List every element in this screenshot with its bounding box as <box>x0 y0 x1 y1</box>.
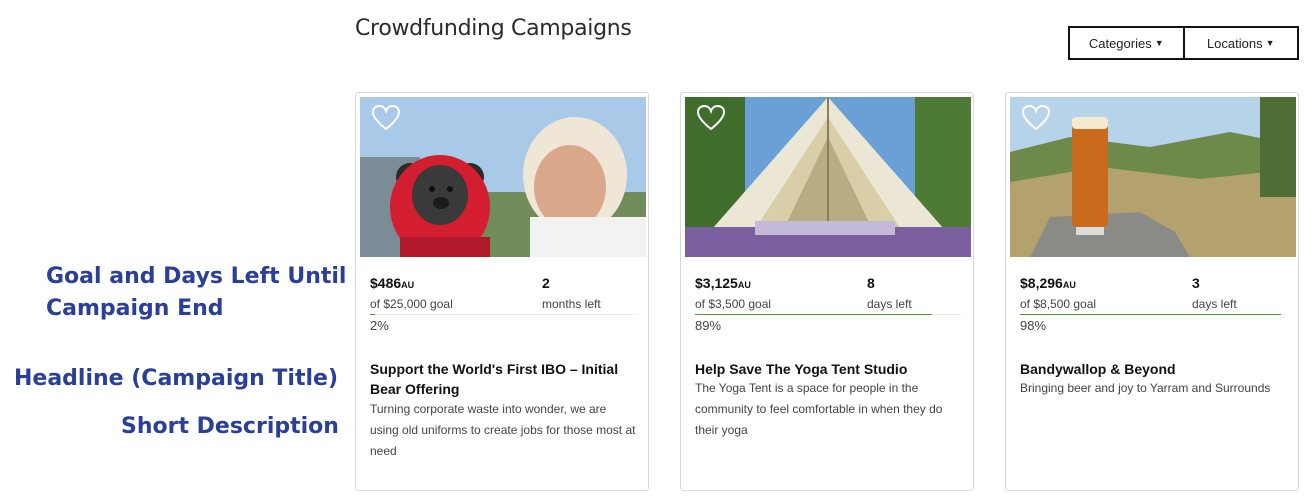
time-left-value: 3 <box>1192 275 1200 291</box>
campaign-image[interactable] <box>360 97 646 257</box>
filter-group: Categories ▼ Locations ▼ <box>1068 26 1299 60</box>
campaign-description: Bringing beer and joy to Yarram and Surr… <box>1020 381 1271 395</box>
heart-icon[interactable] <box>1022 105 1050 131</box>
goal-label: of $3,500 goal <box>695 297 772 311</box>
campaign-card[interactable]: $3,125AU 8 of $3,500 goal days left 89% … <box>680 92 974 491</box>
page-title: Crowdfunding Campaigns <box>355 16 632 41</box>
campaign-description: Turning corporate waste into wonder, we … <box>370 402 636 458</box>
goal-label: of $8,500 goal <box>1020 297 1097 311</box>
progress-bar <box>370 314 636 315</box>
annotation-goal-line1: Goal and Days Left Until <box>46 264 347 289</box>
raised-value: $8,296 <box>1020 275 1063 291</box>
currency-label: AU <box>737 280 751 290</box>
teddy-bear-photo <box>360 97 646 257</box>
progress-fill <box>695 314 932 315</box>
annotation-goal-line2: Campaign End <box>46 296 224 321</box>
heart-icon[interactable] <box>372 105 400 131</box>
campaign-card[interactable]: $8,296AU 3 of $8,500 goal days left 98% … <box>1005 92 1299 491</box>
percent-funded: 89% <box>695 318 722 333</box>
campaign-description: The Yoga Tent is a space for people in t… <box>695 381 943 437</box>
currency-label: AU <box>1062 280 1076 290</box>
time-left-value: 8 <box>867 275 875 291</box>
campaign-card[interactable]: $486AU 2 of $25,000 goal months left 2% … <box>355 92 649 491</box>
time-left-unit: months left <box>542 297 601 311</box>
time-left-value: 2 <box>542 275 550 291</box>
progress-bar <box>1020 314 1286 315</box>
annotation-short-description: Short Description <box>121 414 339 439</box>
categories-label: Categories <box>1088 35 1152 51</box>
campaign-title[interactable]: Help Save The Yoga Tent Studio <box>695 359 959 379</box>
progress-fill <box>1020 314 1281 315</box>
caret-down-icon: ▼ <box>1154 38 1164 48</box>
raised-value: $486 <box>370 275 402 291</box>
locations-dropdown[interactable]: Locations ▼ <box>1182 28 1297 58</box>
campaign-title[interactable]: Bandywallop & Beyond <box>1020 359 1284 379</box>
campaign-image[interactable] <box>1010 97 1296 257</box>
raised-value: $3,125 <box>695 275 738 291</box>
categories-dropdown[interactable]: Categories ▼ <box>1070 28 1183 58</box>
annotation-headline: Headline (Campaign Title) <box>14 366 339 391</box>
raised-amount: $3,125AU <box>695 275 751 291</box>
percent-funded: 98% <box>1020 318 1047 333</box>
campaign-image[interactable] <box>685 97 971 257</box>
locations-label: Locations <box>1206 35 1263 51</box>
time-left-unit: days left <box>867 297 912 311</box>
raised-amount: $486AU <box>370 275 414 291</box>
time-left-unit: days left <box>1192 297 1237 311</box>
goal-label: of $25,000 goal <box>370 297 453 311</box>
heart-icon[interactable] <box>697 105 725 131</box>
beer-glass-photo <box>1010 97 1296 257</box>
currency-label: AU <box>401 280 415 290</box>
campaign-title[interactable]: Support the World's First IBO – Initial … <box>370 359 634 399</box>
progress-bar <box>695 314 961 315</box>
progress-fill <box>370 314 376 315</box>
percent-funded: 2% <box>370 318 389 333</box>
caret-down-icon: ▼ <box>1265 38 1275 48</box>
yoga-tent-photo <box>685 97 971 257</box>
raised-amount: $8,296AU <box>1020 275 1076 291</box>
